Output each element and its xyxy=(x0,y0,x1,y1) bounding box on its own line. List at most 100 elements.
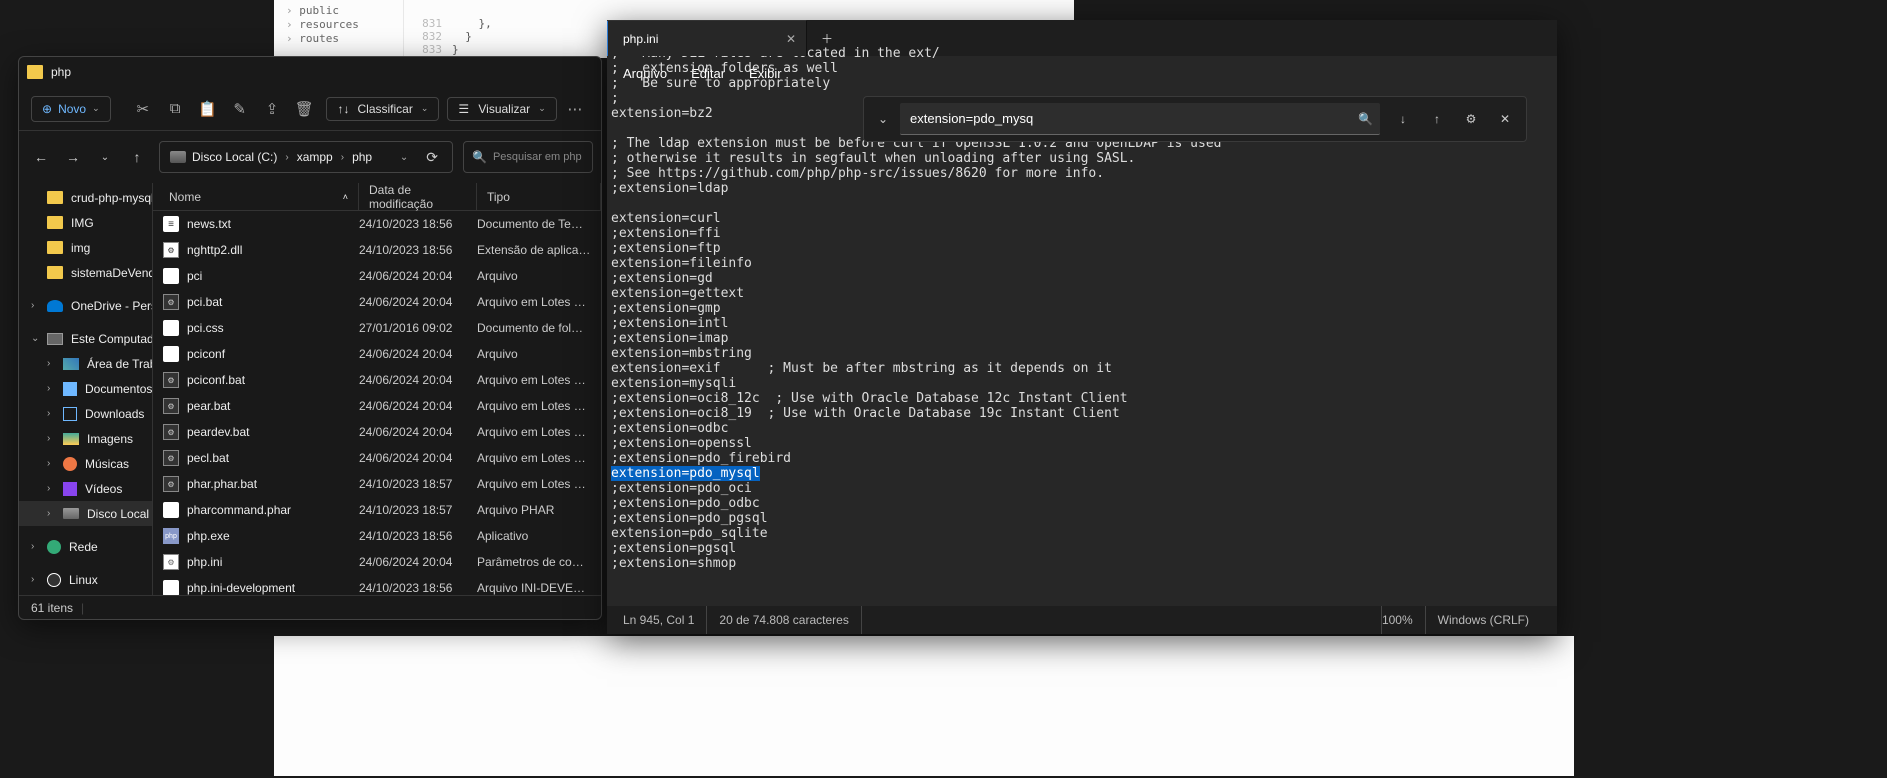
file-explorer-window: php ⊕ Novo ⌄ ✂ ⧉ 📋 ✎ ⇪ 🗑 ↑↓ Classificar … xyxy=(18,56,602,620)
sidebar-item-label: Rede xyxy=(69,540,98,554)
status-zoom[interactable]: 100% xyxy=(1381,606,1425,634)
sidebar-item-onedrive[interactable]: › OneDrive - Perso xyxy=(19,293,152,318)
search-highlight: extension=pdo_mysql xyxy=(611,466,760,481)
folder-icon xyxy=(47,266,63,279)
rename-button[interactable]: ✎ xyxy=(226,93,254,125)
file-modified: 24/10/2023 18:56 xyxy=(359,529,477,543)
sidebar-pc-item[interactable]: ›Disco Local (C:) xyxy=(19,501,152,526)
file-type: Arquivo em Lotes … xyxy=(477,295,601,309)
breadcrumb[interactable]: Disco Local (C:) › xampp › php ⌄ ⟳ xyxy=(159,141,453,173)
search-input[interactable]: 🔍 Pesquisar em php xyxy=(463,141,593,173)
sidebar-quick-item[interactable]: crud-php-mysql xyxy=(19,185,152,210)
column-modified[interactable]: Data de modificação xyxy=(359,183,477,210)
copy-button[interactable]: ⧉ xyxy=(161,93,189,125)
nav-icon xyxy=(63,407,77,421)
file-modified: 24/06/2024 20:04 xyxy=(359,555,477,569)
file-row[interactable]: pci.css27/01/2016 09:02Documento de fol… xyxy=(153,315,601,341)
find-next-button[interactable]: ↓ xyxy=(1388,104,1418,134)
file-row[interactable]: phar.phar.bat24/10/2023 18:57Arquivo em … xyxy=(153,471,601,497)
column-name[interactable]: Nome ˄ xyxy=(159,183,359,210)
expand-find-button[interactable]: ⌄ xyxy=(870,104,896,134)
file-list: Nome ˄ Data de modificação Tipo news.txt… xyxy=(153,183,601,595)
file-row[interactable]: pciconf.bat24/06/2024 20:04Arquivo em Lo… xyxy=(153,367,601,393)
file-name: php.ini xyxy=(187,555,222,569)
sidebar-item-label: Documentos xyxy=(85,382,152,396)
refresh-button[interactable]: ⟳ xyxy=(418,149,446,166)
file-modified: 24/06/2024 20:04 xyxy=(359,373,477,387)
file-name: pci xyxy=(187,269,202,283)
file-type: Arquivo INI-DEVE… xyxy=(477,581,601,595)
view-button[interactable]: ☰ Visualizar ⌄ xyxy=(447,97,556,121)
file-row[interactable]: pear.bat24/06/2024 20:04Arquivo em Lotes… xyxy=(153,393,601,419)
new-button[interactable]: ⊕ Novo ⌄ xyxy=(31,96,111,122)
sidebar-item-label: OneDrive - Perso xyxy=(71,299,152,313)
file-row[interactable]: news.txt24/10/2023 18:56Documento de Te… xyxy=(153,211,601,237)
up-button[interactable]: ↑ xyxy=(123,141,151,173)
sidebar-pc-item[interactable]: ›Vídeos xyxy=(19,476,152,501)
file-row[interactable]: pharcommand.phar24/10/2023 18:57Arquivo … xyxy=(153,497,601,523)
file-name: pciconf xyxy=(187,347,225,361)
delete-button[interactable]: 🗑 xyxy=(290,93,318,125)
file-row[interactable]: peardev.bat24/06/2024 20:04Arquivo em Lo… xyxy=(153,419,601,445)
notepad-statusbar: Ln 945, Col 1 20 de 74.808 caracteres 10… xyxy=(607,606,1557,634)
sidebar-quick-item[interactable]: IMG xyxy=(19,210,152,235)
share-button[interactable]: ⇪ xyxy=(258,93,286,125)
search-icon: 🔍 xyxy=(472,150,487,164)
chevron-down-icon: ⌄ xyxy=(31,333,39,344)
more-button[interactable]: ⋯ xyxy=(561,93,589,125)
tab-php-ini[interactable]: php.ini ✕ xyxy=(607,20,807,56)
status-encoding[interactable]: Windows (CRLF) xyxy=(1425,606,1541,634)
file-type: Arquivo xyxy=(477,269,601,283)
column-type[interactable]: Tipo xyxy=(477,183,601,210)
find-close-button[interactable]: ✕ xyxy=(1490,104,1520,134)
file-row[interactable]: pciconf24/06/2024 20:04Arquivo xyxy=(153,341,601,367)
breadcrumb-item-php[interactable]: php xyxy=(348,150,376,164)
breadcrumb-chevron-icon[interactable]: ⌄ xyxy=(394,152,414,163)
file-row[interactable]: pecl.bat24/06/2024 20:04Arquivo em Lotes… xyxy=(153,445,601,471)
close-tab-button[interactable]: ✕ xyxy=(786,32,796,46)
sidebar-pc-item[interactable]: ›Área de Trabalh xyxy=(19,351,152,376)
find-input[interactable] xyxy=(900,103,1380,135)
file-row[interactable]: pci 24/06/2024 20:04Arquivo xyxy=(153,263,601,289)
file-row[interactable]: pci.bat24/06/2024 20:04Arquivo em Lotes … xyxy=(153,289,601,315)
sidebar-pc-item[interactable]: ›Documentos xyxy=(19,376,152,401)
breadcrumb-separator-icon: › xyxy=(285,152,288,163)
file-modified: 24/06/2024 20:04 xyxy=(359,269,477,283)
folder-icon xyxy=(47,216,63,229)
breadcrumb-item-xampp[interactable]: xampp xyxy=(293,150,337,164)
file-row[interactable]: php.exe24/10/2023 18:56Aplicativo xyxy=(153,523,601,549)
forward-button[interactable]: → xyxy=(59,141,87,173)
file-row[interactable]: php.ini-development24/10/2023 18:56Arqui… xyxy=(153,575,601,595)
find-prev-button[interactable]: ↑ xyxy=(1422,104,1452,134)
file-name: php.ini-development xyxy=(187,581,295,595)
status-chars: 20 de 74.808 caracteres xyxy=(707,606,861,634)
file-icon xyxy=(163,424,179,440)
sort-button[interactable]: ↑↓ Classificar ⌄ xyxy=(326,97,439,121)
breadcrumb-root[interactable]: Disco Local (C:) xyxy=(166,150,281,164)
recent-button[interactable]: ⌄ xyxy=(91,141,119,173)
file-icon xyxy=(163,216,179,232)
sidebar-quick-item[interactable]: sistemaDeVendas xyxy=(19,260,152,285)
back-button[interactable]: ← xyxy=(27,141,55,173)
sidebar-pc-item[interactable]: ›Imagens xyxy=(19,426,152,451)
file-name: pci.bat xyxy=(187,295,222,309)
sidebar-quick-item[interactable]: img xyxy=(19,235,152,260)
paste-button[interactable]: 📋 xyxy=(193,93,221,125)
cut-button[interactable]: ✂ xyxy=(129,93,157,125)
sidebar-pc-item[interactable]: ›Músicas xyxy=(19,451,152,476)
sidebar-item-network[interactable]: › Rede xyxy=(19,534,152,559)
sidebar-pc-item[interactable]: ›Downloads xyxy=(19,401,152,426)
drive-icon xyxy=(170,151,186,163)
find-options-button[interactable]: ⚙ xyxy=(1456,104,1486,134)
nav-icon xyxy=(63,482,77,496)
content-after: ;extension=pdo_oci ;extension=pdo_odbc ;… xyxy=(611,481,768,571)
nav-icon xyxy=(63,508,79,519)
sidebar-item-this-pc[interactable]: ⌄ Este Computador xyxy=(19,326,152,351)
file-row[interactable]: nghttp2.dll24/10/2023 18:56Extensão de a… xyxy=(153,237,601,263)
sidebar-item-linux[interactable]: › Linux xyxy=(19,567,152,592)
status-item-count: 61 itens xyxy=(31,601,73,615)
explorer-titlebar[interactable]: php xyxy=(19,57,601,87)
folder-icon xyxy=(47,191,63,204)
file-row[interactable]: php.ini24/06/2024 20:04Parâmetros de co… xyxy=(153,549,601,575)
sidebar-item-label: Área de Trabalh xyxy=(87,357,152,371)
